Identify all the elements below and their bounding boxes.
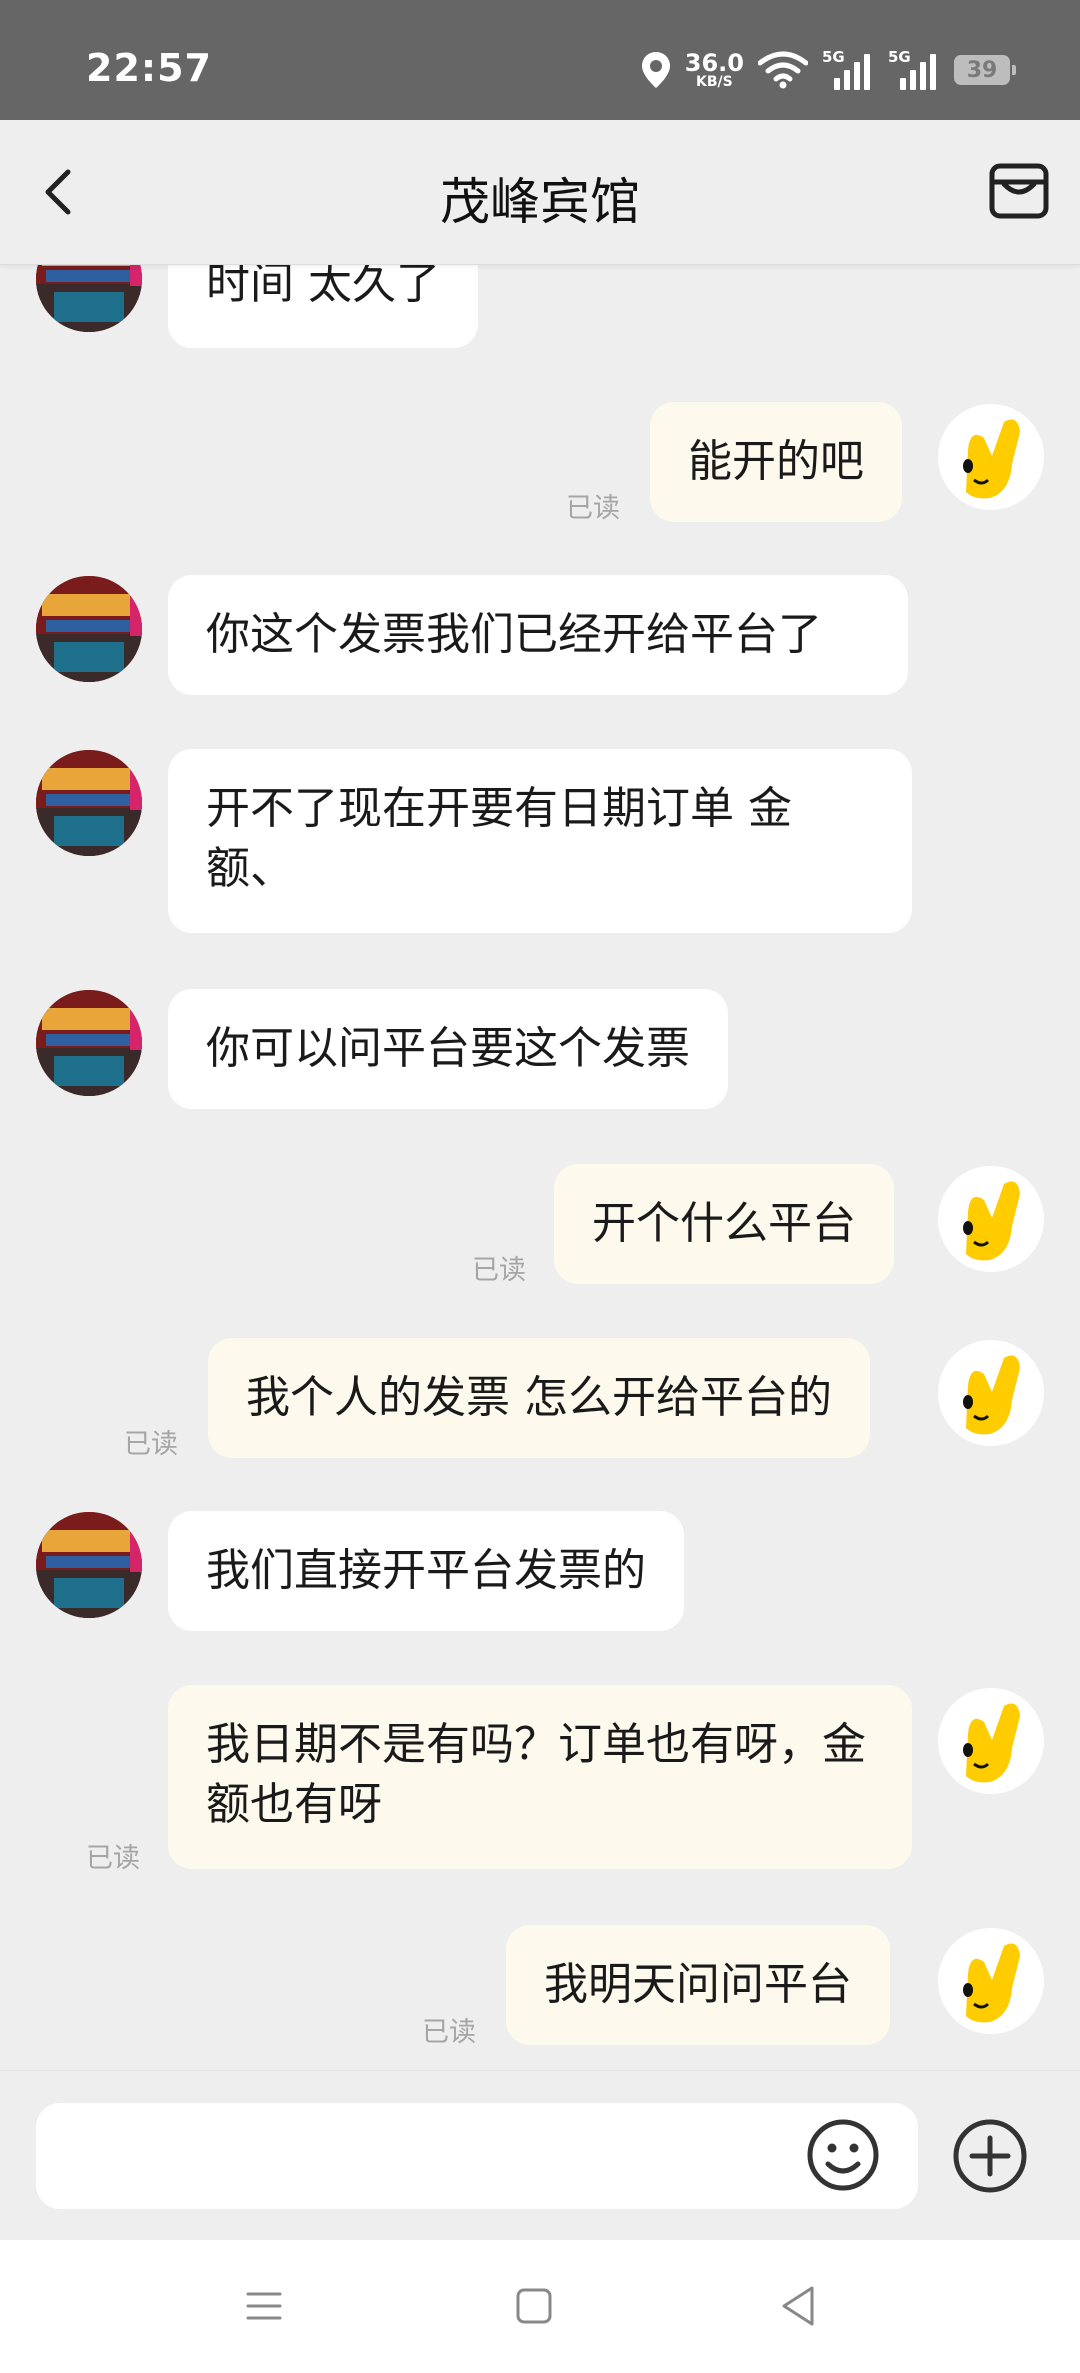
message-bubble[interactable]: 你可以问平台要这个发票 (168, 989, 728, 1109)
home-square-icon[interactable] (514, 2286, 554, 2326)
battery-icon: 39 (954, 55, 1016, 85)
wifi-icon (758, 51, 808, 89)
back-triangle-icon[interactable] (778, 2284, 818, 2328)
message-text: 我日期不是有吗？订单也有呀，金额也有呀 (206, 1719, 866, 1830)
message-text: 我们直接开平台发票的 (206, 1545, 646, 1596)
system-nav-bar (0, 2240, 1080, 2373)
menu-icon[interactable] (244, 2286, 284, 2326)
avatar[interactable] (938, 1688, 1044, 1794)
status-bar: 22:57 36.0 KB/S 5G 5G 39 (0, 0, 1080, 120)
message-bubble[interactable]: 能开的吧 (650, 402, 902, 522)
store-icon[interactable] (988, 162, 1050, 220)
message-text: 开不了现在开要有日期订单 金额、 (206, 783, 792, 894)
avatar[interactable] (938, 1340, 1044, 1446)
read-status: 已读 (86, 1843, 140, 1874)
status-icons: 36.0 KB/S 5G 5G 39 (641, 46, 1016, 94)
message-input[interactable] (36, 2103, 918, 2209)
network-speed-unit: KB/S (696, 74, 733, 90)
message-text: 你这个发票我们已经开给平台了 (206, 609, 822, 660)
signal-icon: 5G (888, 48, 940, 92)
network-speed: 36.0 KB/S (685, 51, 744, 89)
message-bubble[interactable]: 我明天问问平台 (506, 1925, 890, 2045)
message-text: 我明天问问平台 (544, 1959, 852, 2010)
signal-icon: 5G (822, 48, 874, 92)
smiley-icon[interactable] (806, 2118, 880, 2192)
avatar[interactable] (36, 750, 142, 856)
message-bubble[interactable]: 开个什么平台 (554, 1164, 894, 1284)
read-status: 已读 (422, 2017, 476, 2048)
message-list[interactable]: 时间 太久了 已读 能开的吧 你这个发票我们已经开给平台了 开不了现在开要有日期… (0, 264, 1080, 2070)
read-status: 已读 (124, 1429, 178, 1460)
hotel-avatar-image (36, 990, 142, 1096)
chat-header: 茂峰宾馆 (0, 120, 1080, 265)
network-speed-value: 36.0 (684, 49, 744, 77)
message-bubble[interactable]: 你这个发票我们已经开给平台了 (168, 575, 908, 695)
status-time: 22:57 (86, 46, 212, 90)
user-avatar-image (938, 1688, 1044, 1794)
avatar[interactable] (36, 264, 142, 332)
user-avatar-image (938, 404, 1044, 510)
user-avatar-image (938, 1340, 1044, 1446)
plus-circle-icon[interactable] (952, 2118, 1028, 2194)
location-icon (641, 52, 670, 88)
read-status: 已读 (566, 493, 620, 524)
hotel-avatar-image (36, 750, 142, 856)
message-text: 我个人的发票 怎么开给平台的 (246, 1372, 832, 1423)
page-title: 茂峰宾馆 (440, 173, 640, 231)
hotel-avatar-image (36, 576, 142, 682)
message-text: 开个什么平台 (592, 1198, 856, 1249)
user-avatar-image (938, 1928, 1044, 2034)
hotel-avatar-image (36, 264, 142, 332)
avatar[interactable] (938, 404, 1044, 510)
avatar[interactable] (36, 990, 142, 1096)
hotel-avatar-image (36, 1512, 142, 1618)
message-bubble[interactable]: 我个人的发票 怎么开给平台的 (208, 1338, 870, 1458)
message-text: 你可以问平台要这个发票 (206, 1023, 690, 1074)
input-bar (0, 2070, 1080, 2241)
avatar[interactable] (938, 1166, 1044, 1272)
read-status: 已读 (472, 1255, 526, 1286)
avatar[interactable] (36, 1512, 142, 1618)
message-bubble[interactable]: 开不了现在开要有日期订单 金额、 (168, 749, 912, 933)
avatar[interactable] (938, 1928, 1044, 2034)
message-text: 时间 太久了 (206, 264, 440, 309)
message-bubble[interactable]: 时间 太久了 (168, 264, 478, 348)
message-bubble[interactable]: 我们直接开平台发票的 (168, 1511, 684, 1631)
avatar[interactable] (36, 576, 142, 682)
message-bubble[interactable]: 我日期不是有吗？订单也有呀，金额也有呀 (168, 1685, 912, 1869)
user-avatar-image (938, 1166, 1044, 1272)
message-text: 能开的吧 (688, 436, 864, 487)
